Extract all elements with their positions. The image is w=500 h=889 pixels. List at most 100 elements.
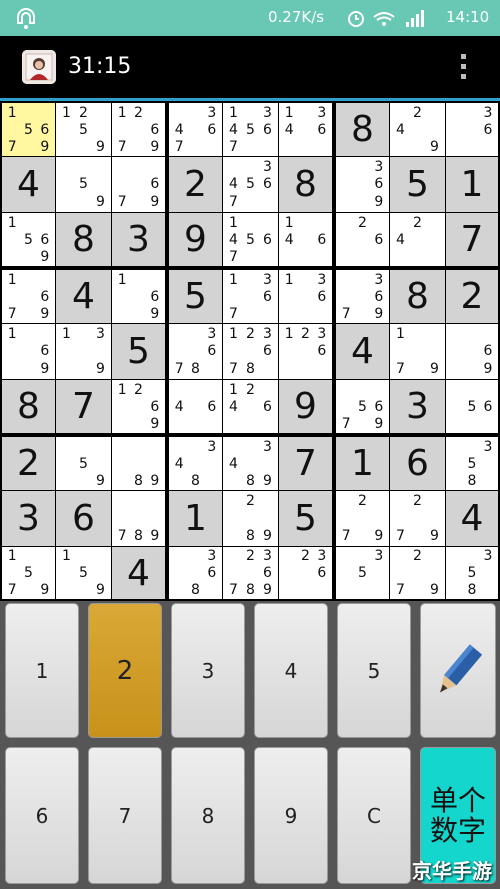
- board-cell[interactable]: 8: [56, 213, 111, 266]
- board-cell[interactable]: 14 6: [279, 213, 332, 266]
- board-cell[interactable]: 368: [169, 547, 222, 599]
- board-cell[interactable]: 5: [279, 491, 332, 546]
- board-cell[interactable]: 1 69: [112, 270, 165, 323]
- clear-key[interactable]: C: [337, 747, 411, 884]
- board-cell[interactable]: 4: [446, 491, 498, 546]
- board-cell[interactable]: 5: [390, 157, 445, 212]
- board-cell[interactable]: 5: [169, 270, 222, 323]
- board-cell[interactable]: 1: [446, 157, 498, 212]
- key-4[interactable]: 4: [254, 603, 328, 738]
- candidate-4: [58, 121, 75, 138]
- board-cell[interactable]: 3 48: [169, 437, 222, 490]
- board-cell[interactable]: 279: [390, 491, 445, 546]
- board-cell[interactable]: 56: [446, 380, 498, 433]
- key-7[interactable]: 7: [88, 747, 162, 884]
- board-cell[interactable]: 2: [446, 270, 498, 323]
- board-cell[interactable]: 1: [169, 491, 222, 546]
- candidate-3: [37, 104, 53, 121]
- board-cell[interactable]: 156 7 9: [2, 103, 55, 156]
- candidate-7: [58, 193, 75, 211]
- board-cell[interactable]: 7: [56, 380, 111, 433]
- board-cell[interactable]: 1: [336, 437, 389, 490]
- board-cell[interactable]: 279: [390, 547, 445, 599]
- board-cell[interactable]: 59: [56, 437, 111, 490]
- board-cell[interactable]: 89: [112, 437, 165, 490]
- key-6[interactable]: 6: [5, 747, 79, 884]
- board-cell[interactable]: 3: [112, 213, 165, 266]
- candidate-4: [448, 565, 464, 582]
- board-cell[interactable]: 1236 78: [223, 324, 278, 379]
- board-cell[interactable]: 4: [56, 270, 111, 323]
- board-cell[interactable]: 3: [2, 491, 55, 546]
- board-cell[interactable]: 7: [446, 213, 498, 266]
- board-cell[interactable]: 46: [169, 380, 222, 433]
- avatar[interactable]: [22, 50, 56, 84]
- board-cell[interactable]: 369: [336, 157, 389, 212]
- board-cell[interactable]: 1 69: [2, 324, 55, 379]
- board-cell[interactable]: 7: [279, 437, 332, 490]
- board-cell[interactable]: 3 456 7: [223, 157, 278, 212]
- key-9[interactable]: 9: [254, 747, 328, 884]
- key-2[interactable]: 2: [88, 603, 162, 738]
- candidate-9: 9: [96, 361, 105, 378]
- board-cell[interactable]: 4: [112, 547, 165, 599]
- board-cell[interactable]: 3 4 6 7: [169, 103, 222, 156]
- board-cell[interactable]: 24: [390, 213, 445, 266]
- board-cell[interactable]: 35: [336, 547, 389, 599]
- board-cell[interactable]: 124 6: [223, 380, 278, 433]
- board-cell[interactable]: 1 3 4 6: [279, 103, 332, 156]
- key-8[interactable]: 8: [171, 747, 245, 884]
- board-cell[interactable]: 1569: [2, 213, 55, 266]
- board-cell[interactable]: 1 3 456 7: [223, 103, 278, 156]
- board-cell[interactable]: 8: [390, 270, 445, 323]
- board-cell[interactable]: 236: [279, 547, 332, 599]
- board-cell[interactable]: 236 789: [223, 547, 278, 599]
- board-cell[interactable]: 358: [446, 547, 498, 599]
- board-cell[interactable]: 3 489: [223, 437, 278, 490]
- board-cell[interactable]: 2: [169, 157, 222, 212]
- board-cell[interactable]: 279: [336, 491, 389, 546]
- board-cell[interactable]: 1259: [56, 103, 111, 156]
- board-cell[interactable]: 26: [336, 213, 389, 266]
- board-cell[interactable]: 2 89: [223, 491, 278, 546]
- board-cell[interactable]: 6: [56, 491, 111, 546]
- board-cell[interactable]: 59: [56, 157, 111, 212]
- board-cell[interactable]: 1236: [279, 324, 332, 379]
- board-cell[interactable]: 1269: [112, 380, 165, 433]
- board-cell[interactable]: 1 7 9: [390, 324, 445, 379]
- board-cell[interactable]: 1456 7: [223, 213, 278, 266]
- board-cell[interactable]: 4: [2, 157, 55, 212]
- board-cell[interactable]: 9: [279, 380, 332, 433]
- board-cell[interactable]: 8: [2, 380, 55, 433]
- board-cell[interactable]: 358: [446, 437, 498, 490]
- board-cell[interactable]: 789: [112, 491, 165, 546]
- key-3[interactable]: 3: [171, 603, 245, 738]
- board-cell[interactable]: 6: [390, 437, 445, 490]
- board-cell[interactable]: 36 7 9: [336, 270, 389, 323]
- board-cell[interactable]: 1579: [2, 547, 55, 599]
- board-cell[interactable]: 159: [56, 547, 111, 599]
- board-cell[interactable]: 3: [390, 380, 445, 433]
- board-cell[interactable]: 1679: [2, 270, 55, 323]
- key-1[interactable]: 1: [5, 603, 79, 738]
- board-cell[interactable]: 4: [336, 324, 389, 379]
- board-cell[interactable]: 36: [446, 103, 498, 156]
- candidate-8: [354, 527, 370, 545]
- board-cell[interactable]: 8: [336, 103, 389, 156]
- pencil-button[interactable]: [420, 603, 496, 738]
- board-cell[interactable]: 126 7 9: [112, 103, 165, 156]
- board-cell[interactable]: 56 7 9: [336, 380, 389, 433]
- board-cell[interactable]: 1 36 7: [223, 270, 278, 323]
- board-cell[interactable]: 6 7 9: [112, 157, 165, 212]
- board-cell[interactable]: 24 9: [390, 103, 445, 156]
- board-cell[interactable]: 2: [2, 437, 55, 490]
- overflow-menu-icon[interactable]: [459, 54, 467, 82]
- board-cell[interactable]: 9: [169, 213, 222, 266]
- board-cell[interactable]: 69: [446, 324, 498, 379]
- board-cell[interactable]: 5: [112, 324, 165, 379]
- board-cell[interactable]: 8: [279, 157, 332, 212]
- board-cell[interactable]: 36 78: [169, 324, 222, 379]
- board-cell[interactable]: 1 36: [279, 270, 332, 323]
- board-cell[interactable]: 1 3 9: [56, 324, 111, 379]
- key-5[interactable]: 5: [337, 603, 411, 738]
